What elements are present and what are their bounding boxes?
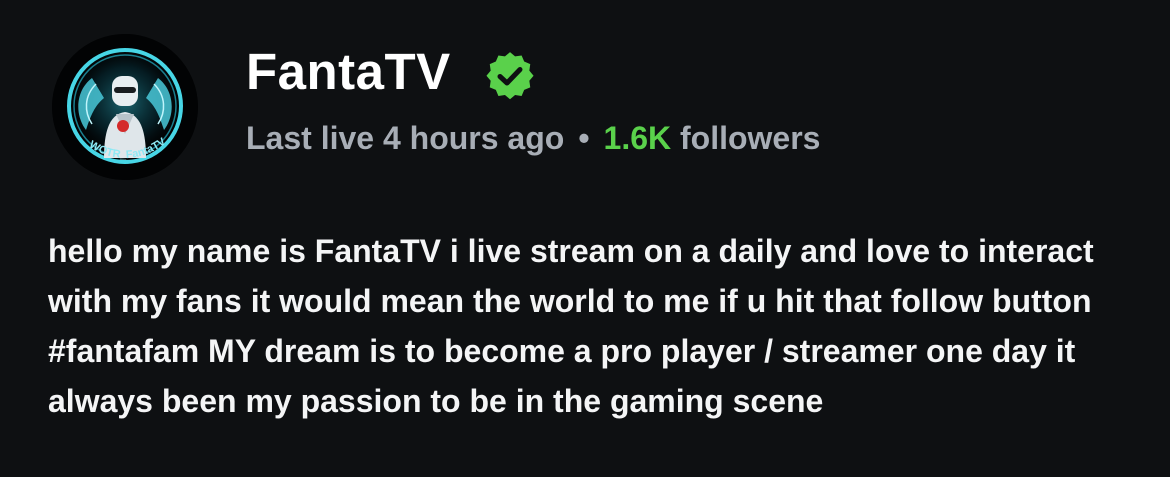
meta-separator: • <box>578 120 590 156</box>
followers-count: 1.6K <box>603 120 672 156</box>
channel-name[interactable]: FantaTV <box>246 40 451 104</box>
channel-avatar[interactable]: WOTR_FantaTV <box>52 34 198 180</box>
verified-badge-icon <box>486 52 534 100</box>
followers-label: followers <box>671 120 821 156</box>
last-live-text: Last live 4 hours ago <box>246 120 565 156</box>
avatar-logo-icon: WOTR_FantaTV <box>52 34 198 180</box>
channel-bio: hello my name is FantaTV i live stream o… <box>48 233 1094 419</box>
channel-meta: Last live 4 hours ago • 1.6K followers <box>246 116 820 160</box>
